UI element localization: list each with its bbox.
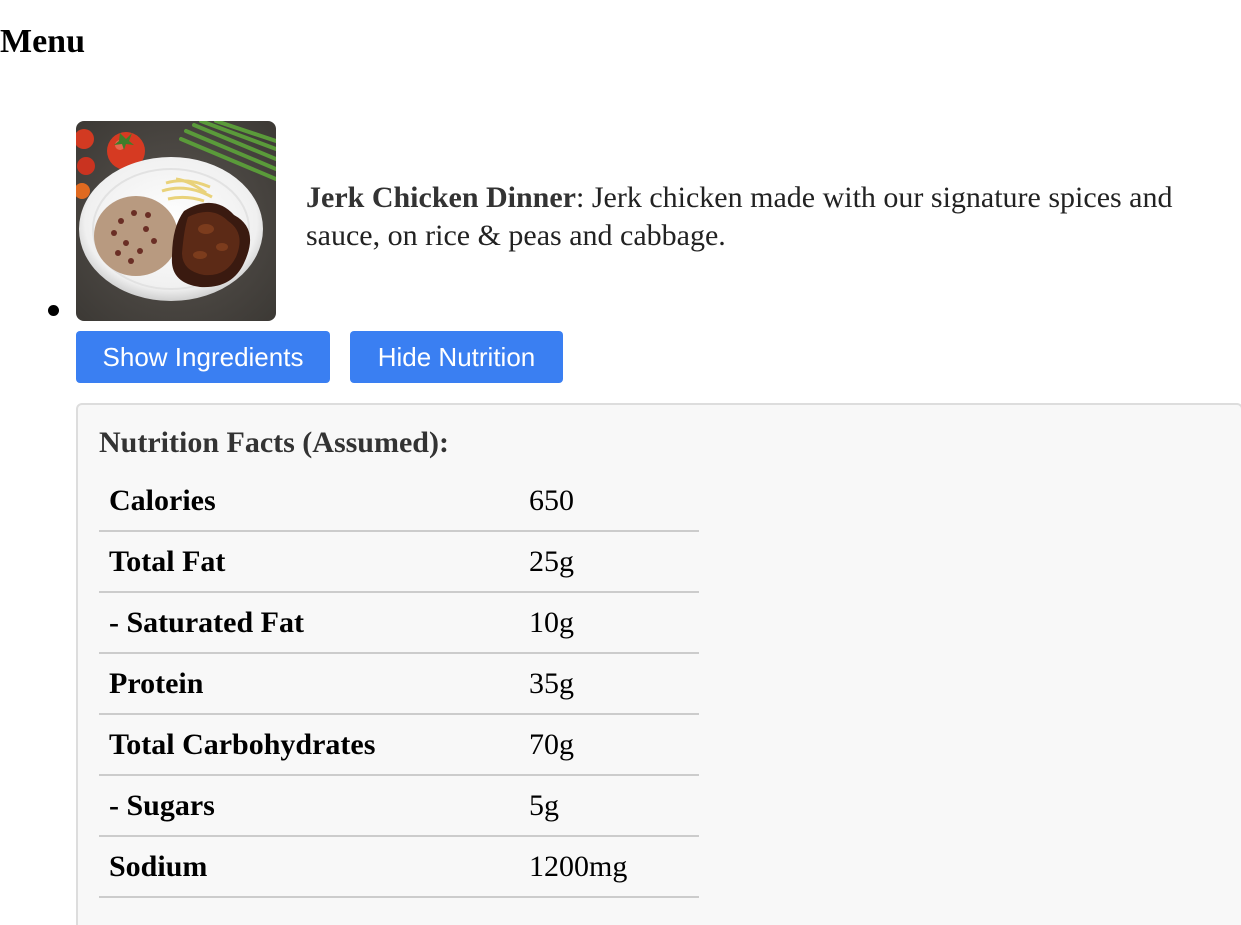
nutrient-name: - Sugars	[99, 775, 519, 837]
dish-name: Jerk Chicken Dinner	[306, 181, 576, 214]
nutrient-name: Sodium	[99, 836, 519, 898]
nutrient-name: Total Carbohydrates	[99, 714, 519, 776]
table-row: Protein 35g	[99, 653, 699, 715]
nutrient-value: 1200mg	[519, 836, 699, 898]
table-row: Calories 650	[99, 471, 699, 532]
nutrient-name: Protein	[99, 653, 519, 715]
dish-description: Jerk Chicken Dinner: Jerk chicken made w…	[306, 179, 1241, 255]
nutrient-value: 5g	[519, 775, 699, 837]
list-bullet	[48, 305, 59, 316]
nutrition-panel: Nutrition Facts (Assumed): Calories 650 …	[76, 403, 1241, 925]
table-row: Total Carbohydrates 70g	[99, 714, 699, 776]
jerk-chicken-dinner-photo-icon	[76, 121, 276, 321]
nutrition-title: Nutrition Facts (Assumed):	[99, 426, 449, 459]
dish-image	[76, 121, 276, 321]
nutrient-value: 25g	[519, 531, 699, 593]
hide-nutrition-button[interactable]: Hide Nutrition	[350, 331, 563, 383]
nutrient-name: Total Fat	[99, 531, 519, 593]
nutrition-table: Calories 650 Total Fat 25g - Saturated F…	[99, 471, 699, 898]
table-row: Total Fat 25g	[99, 531, 699, 593]
nutrient-name: Calories	[99, 471, 519, 532]
nutrient-value: 35g	[519, 653, 699, 715]
table-row: - Saturated Fat 10g	[99, 592, 699, 654]
nutrient-value: 10g	[519, 592, 699, 654]
table-row: Sodium 1200mg	[99, 836, 699, 898]
show-ingredients-button[interactable]: Show Ingredients	[76, 331, 330, 383]
nutrient-value: 650	[519, 471, 699, 532]
table-row: - Sugars 5g	[99, 775, 699, 837]
nutrient-value: 70g	[519, 714, 699, 776]
dish-name-separator: :	[576, 181, 592, 214]
page-title: Menu	[0, 23, 85, 60]
menu-item-header: Jerk Chicken Dinner: Jerk chicken made w…	[76, 121, 1241, 321]
nutrient-name: - Saturated Fat	[99, 592, 519, 654]
